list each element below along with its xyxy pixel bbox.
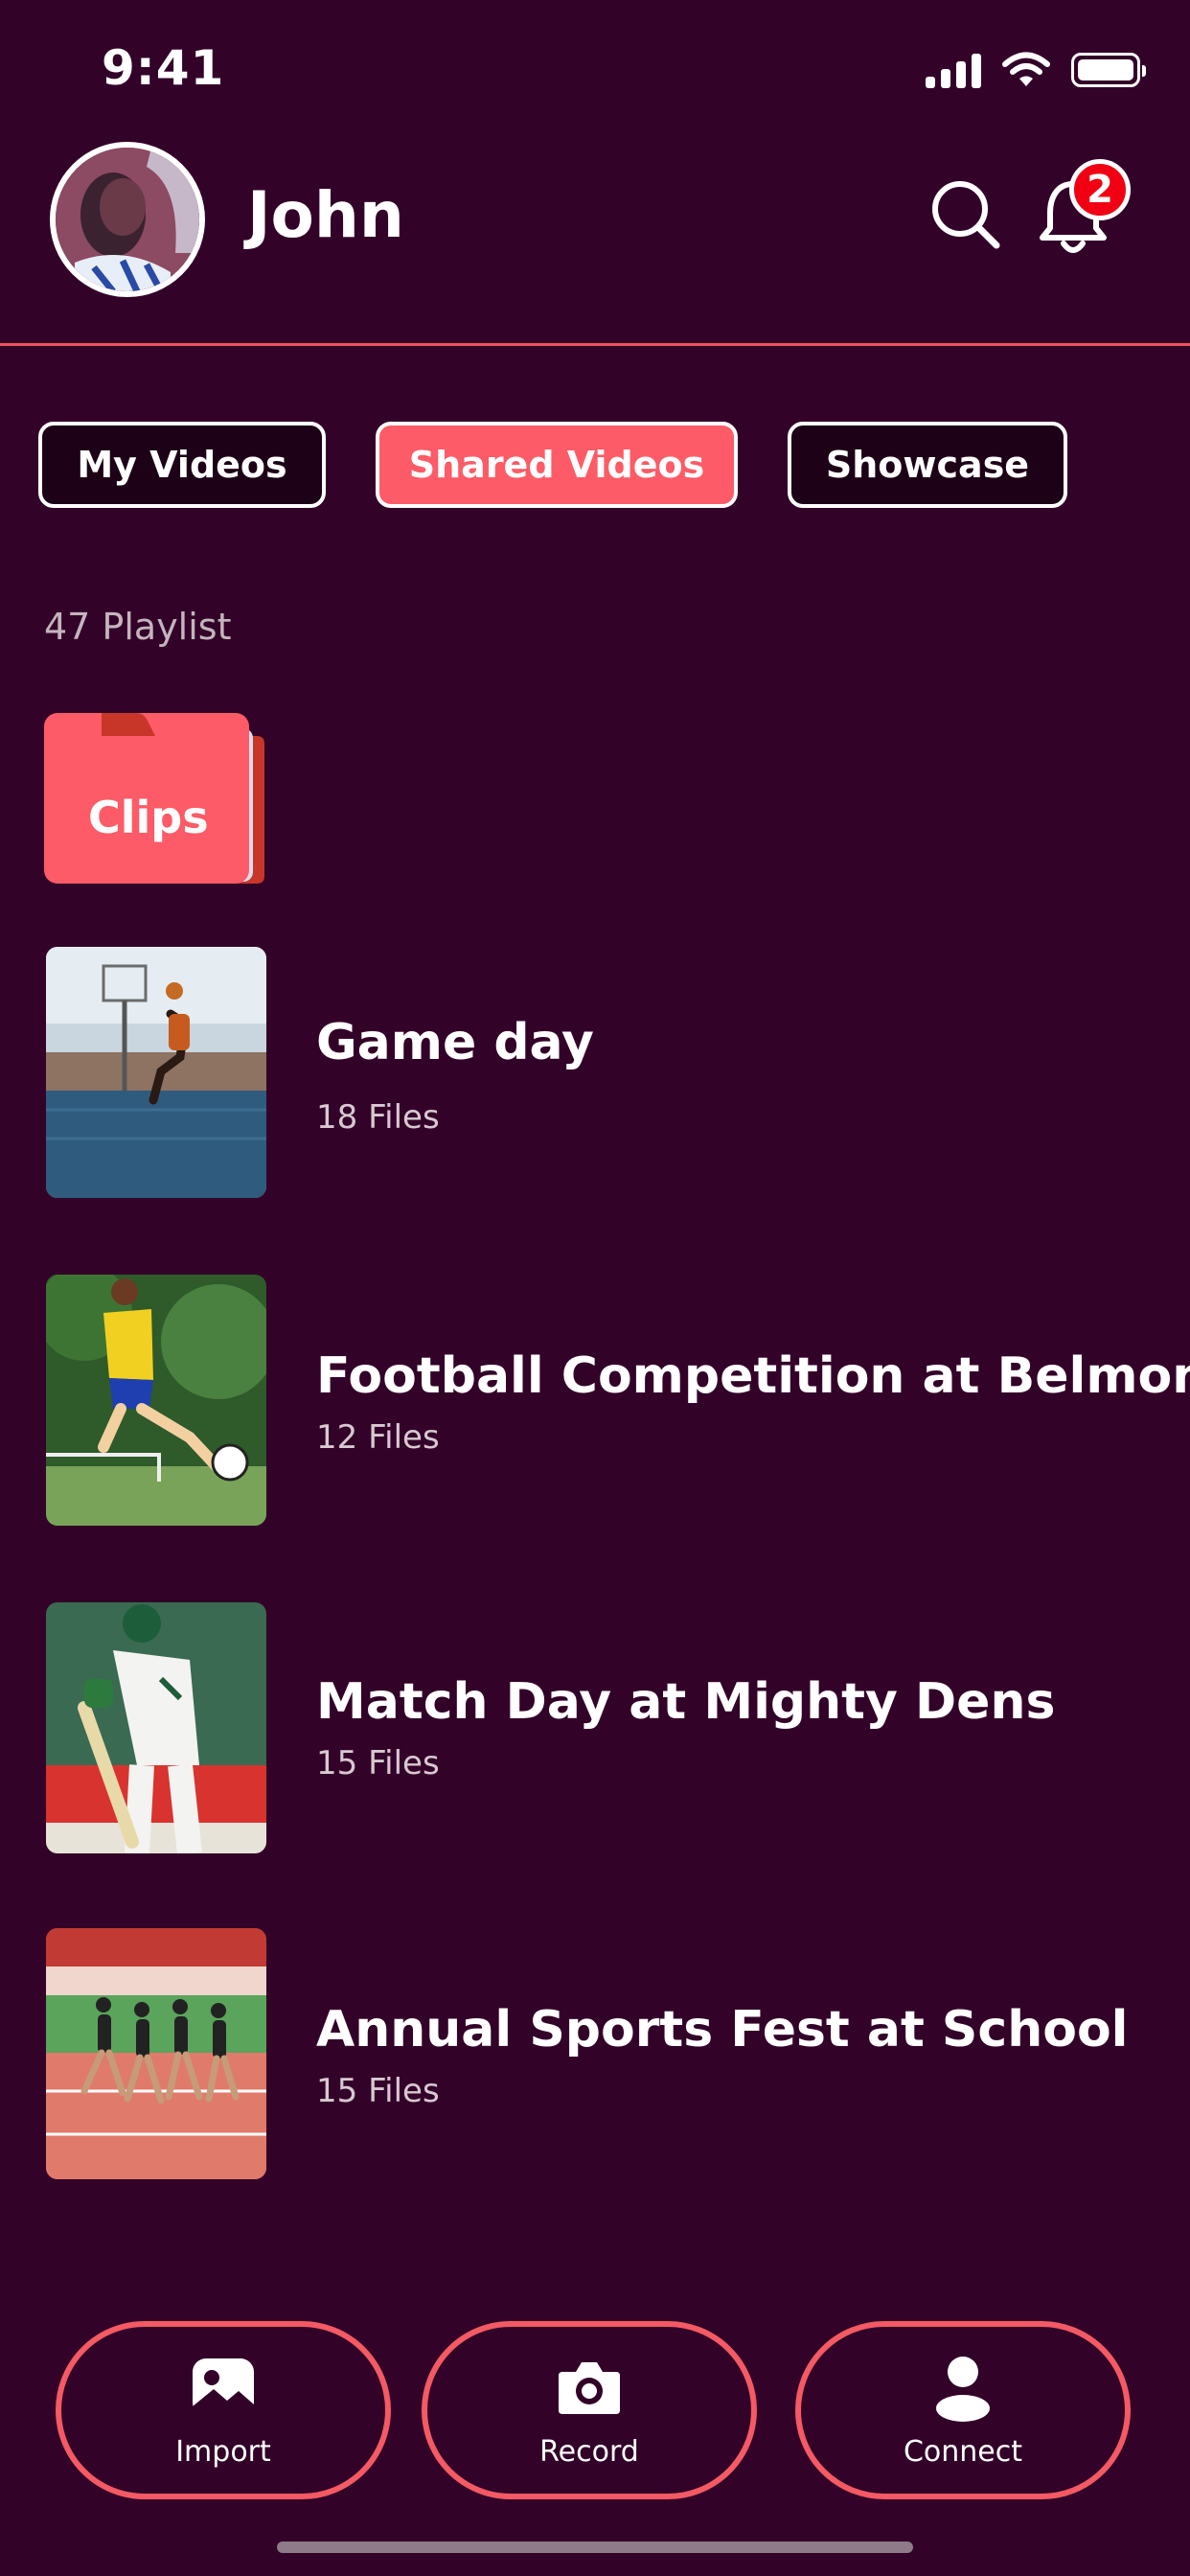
image-icon — [193, 2358, 254, 2416]
notification-badge: 2 — [1069, 159, 1131, 220]
user-name: John — [247, 178, 404, 252]
item-files: 15 Files — [316, 1744, 440, 1782]
item-files: 18 Files — [316, 1098, 440, 1137]
status-time: 9:41 — [102, 40, 225, 96]
cellular-signal-icon — [926, 52, 981, 88]
tab-my-videos[interactable]: My Videos — [38, 422, 326, 508]
wifi-icon — [1002, 52, 1050, 86]
item-title[interactable]: Football Competition at Belmont — [316, 1347, 1190, 1405]
thumbnail-sports-fest[interactable] — [46, 1928, 266, 2179]
tab-showcase[interactable]: Showcase — [788, 422, 1067, 508]
record-button[interactable]: Record — [422, 2321, 757, 2499]
item-title[interactable]: Annual Sports Fest at School — [316, 2001, 1129, 2058]
thumbnail-football[interactable] — [46, 1275, 266, 1526]
tab-shared-videos[interactable]: Shared Videos — [376, 422, 738, 508]
thumbnail-cricket[interactable] — [46, 1602, 266, 1853]
import-label: Import — [175, 2434, 271, 2469]
import-button[interactable]: Import — [56, 2321, 391, 2499]
folder-label: Clips — [88, 792, 209, 843]
battery-icon — [1071, 53, 1146, 87]
search-button[interactable] — [929, 178, 1002, 251]
camera-icon — [559, 2361, 620, 2414]
status-icons — [926, 52, 1146, 88]
item-title[interactable]: Match Day at Mighty Dens — [316, 1673, 1055, 1731]
header-divider — [0, 343, 1190, 346]
playlist-count: 47 Playlist — [44, 606, 232, 648]
connect-button[interactable]: Connect — [795, 2321, 1131, 2499]
item-files: 15 Files — [316, 2072, 440, 2110]
search-icon — [932, 181, 1000, 249]
item-title[interactable]: Game day — [316, 1014, 594, 1071]
avatar[interactable] — [50, 142, 205, 297]
item-files: 12 Files — [316, 1418, 440, 1457]
thumbnail-game-day[interactable] — [46, 947, 266, 1198]
record-label: Record — [539, 2434, 639, 2469]
person-icon — [936, 2356, 990, 2422]
connect-label: Connect — [903, 2434, 1023, 2469]
home-indicator[interactable] — [277, 2542, 913, 2553]
